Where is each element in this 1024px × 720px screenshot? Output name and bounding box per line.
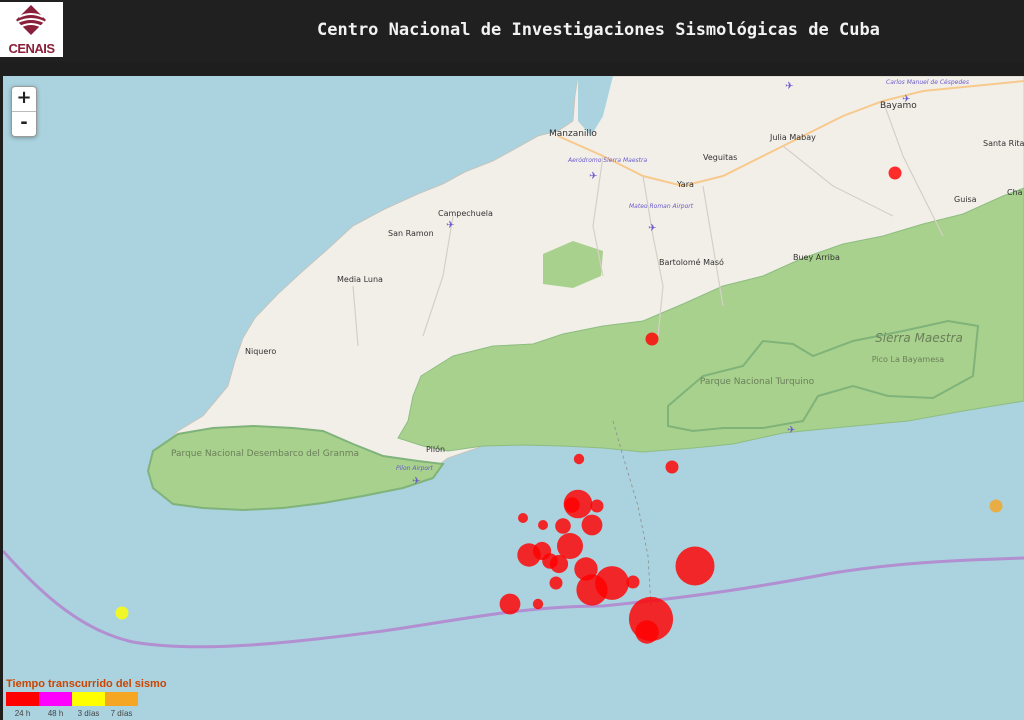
earthquake-marker-q01[interactable]	[888, 166, 902, 180]
place-label-manzanillo: Manzanillo	[549, 129, 597, 139]
earthquake-marker-q27[interactable]	[115, 606, 129, 620]
map-view[interactable]: Bayamo Manzanillo Veguitas Yara Julia Ma…	[3, 76, 1024, 720]
airport-icon: ✈	[902, 94, 910, 105]
earthquake-marker-q11[interactable]	[581, 514, 603, 536]
peak-label-bayamesa: Pico La Bayamesa	[872, 355, 945, 364]
logo-text: CENAIS	[8, 41, 55, 56]
earthquake-marker-q16[interactable]	[549, 554, 569, 574]
airport-icon: ✈	[589, 171, 597, 182]
legend-label-7d: 7 días	[110, 709, 133, 718]
app-header: CENAIS Centro Nacional de Investigacione…	[0, 0, 1024, 62]
place-label-buey-arriba: Buey Arriba	[793, 253, 840, 262]
range-label-sierra-maestra: Sierra Maestra	[875, 331, 963, 345]
airport-icon: ✈	[785, 81, 793, 92]
legend-labels: 24 h 48 h 3 días 7 días	[6, 709, 138, 720]
legend-color-bar	[6, 692, 138, 706]
legend-swatch-3d	[72, 692, 105, 706]
zoom-control: + -	[11, 86, 37, 137]
legend-swatch-24h	[6, 692, 39, 706]
earthquake-marker-q14[interactable]	[517, 543, 541, 567]
legend-label-48h: 48 h	[47, 709, 64, 718]
earthquake-marker-q10[interactable]	[590, 499, 604, 513]
place-label-chaparra: Cha	[1007, 188, 1023, 197]
place-label-julia-mabay: Julia Mabay	[769, 133, 816, 142]
earthquake-marker-q13[interactable]	[557, 533, 583, 559]
earthquake-marker-q09[interactable]	[563, 489, 593, 519]
map-canvas[interactable]: Bayamo Manzanillo Veguitas Yara Julia Ma…	[3, 76, 1024, 720]
legend-title: Tiempo transcurrido del sismo	[6, 678, 167, 690]
earthquake-marker-q26[interactable]	[635, 620, 659, 644]
earthquake-marker-q24[interactable]	[532, 598, 544, 610]
earthquake-marker-q04[interactable]	[665, 460, 679, 474]
earthquake-marker-q06[interactable]	[538, 520, 548, 530]
park-label-granma: Parque Nacional Desembarco del Granma	[171, 449, 359, 459]
place-label-bayamo: Bayamo	[880, 101, 917, 111]
airport-icon: ✈	[412, 476, 420, 487]
airport-icon: ✈	[648, 223, 656, 234]
logo-diamond-icon	[16, 5, 46, 35]
place-label-pilon: Pilón	[426, 444, 445, 454]
earthquake-marker-q28[interactable]	[989, 499, 1003, 513]
place-label-yara: Yara	[676, 180, 694, 189]
airport-label-pilon: Pilon Airport	[396, 465, 434, 472]
place-label-media-luna: Media Luna	[337, 275, 383, 284]
place-label-bartolome-maso: Bartolomé Masó	[659, 257, 724, 267]
zoom-out-button[interactable]: -	[12, 111, 36, 136]
earthquake-marker-q21[interactable]	[626, 575, 640, 589]
earthquake-marker-q07[interactable]	[555, 518, 571, 534]
place-label-veguitas: Veguitas	[703, 153, 737, 162]
earthquake-marker-q02[interactable]	[645, 332, 659, 346]
legend-label-3d: 3 días	[77, 709, 100, 718]
airport-icon: ✈	[446, 220, 454, 231]
place-label-niquero: Niquero	[245, 347, 276, 356]
earthquake-marker-q20[interactable]	[576, 574, 608, 606]
airport-icon: ✈	[787, 425, 795, 436]
legend-label-24h: 24 h	[14, 709, 31, 718]
earthquake-marker-q03[interactable]	[573, 453, 585, 465]
zoom-in-button[interactable]: +	[12, 87, 36, 111]
place-label-san-ramon: San Ramon	[388, 229, 434, 238]
legend-swatch-48h	[39, 692, 72, 706]
legend-swatch-7d	[105, 692, 138, 706]
park-label-turquino: Parque Nacional Turquino	[700, 377, 815, 387]
earthquake-marker-q22[interactable]	[675, 546, 715, 586]
earthquake-marker-q05[interactable]	[518, 513, 528, 523]
airport-label-sierra-maestra: Aeródromo Sierra Maestra	[567, 157, 647, 164]
airport-label-carlos-manuel: Carlos Manuel de Céspedes	[886, 79, 969, 86]
earthquake-marker-q23[interactable]	[499, 593, 521, 615]
page-title: Centro Nacional de Investigaciones Sismo…	[317, 20, 880, 40]
place-label-campechuela: Campechuela	[438, 209, 493, 218]
cenais-logo[interactable]: CENAIS	[0, 2, 63, 57]
earthquake-marker-q17[interactable]	[549, 576, 563, 590]
place-label-santa-rita: Santa Rita	[983, 139, 1024, 148]
airport-label-mateo-roman: Mateo Roman Airport	[629, 203, 694, 210]
place-label-guisa: Guisa	[954, 195, 977, 204]
